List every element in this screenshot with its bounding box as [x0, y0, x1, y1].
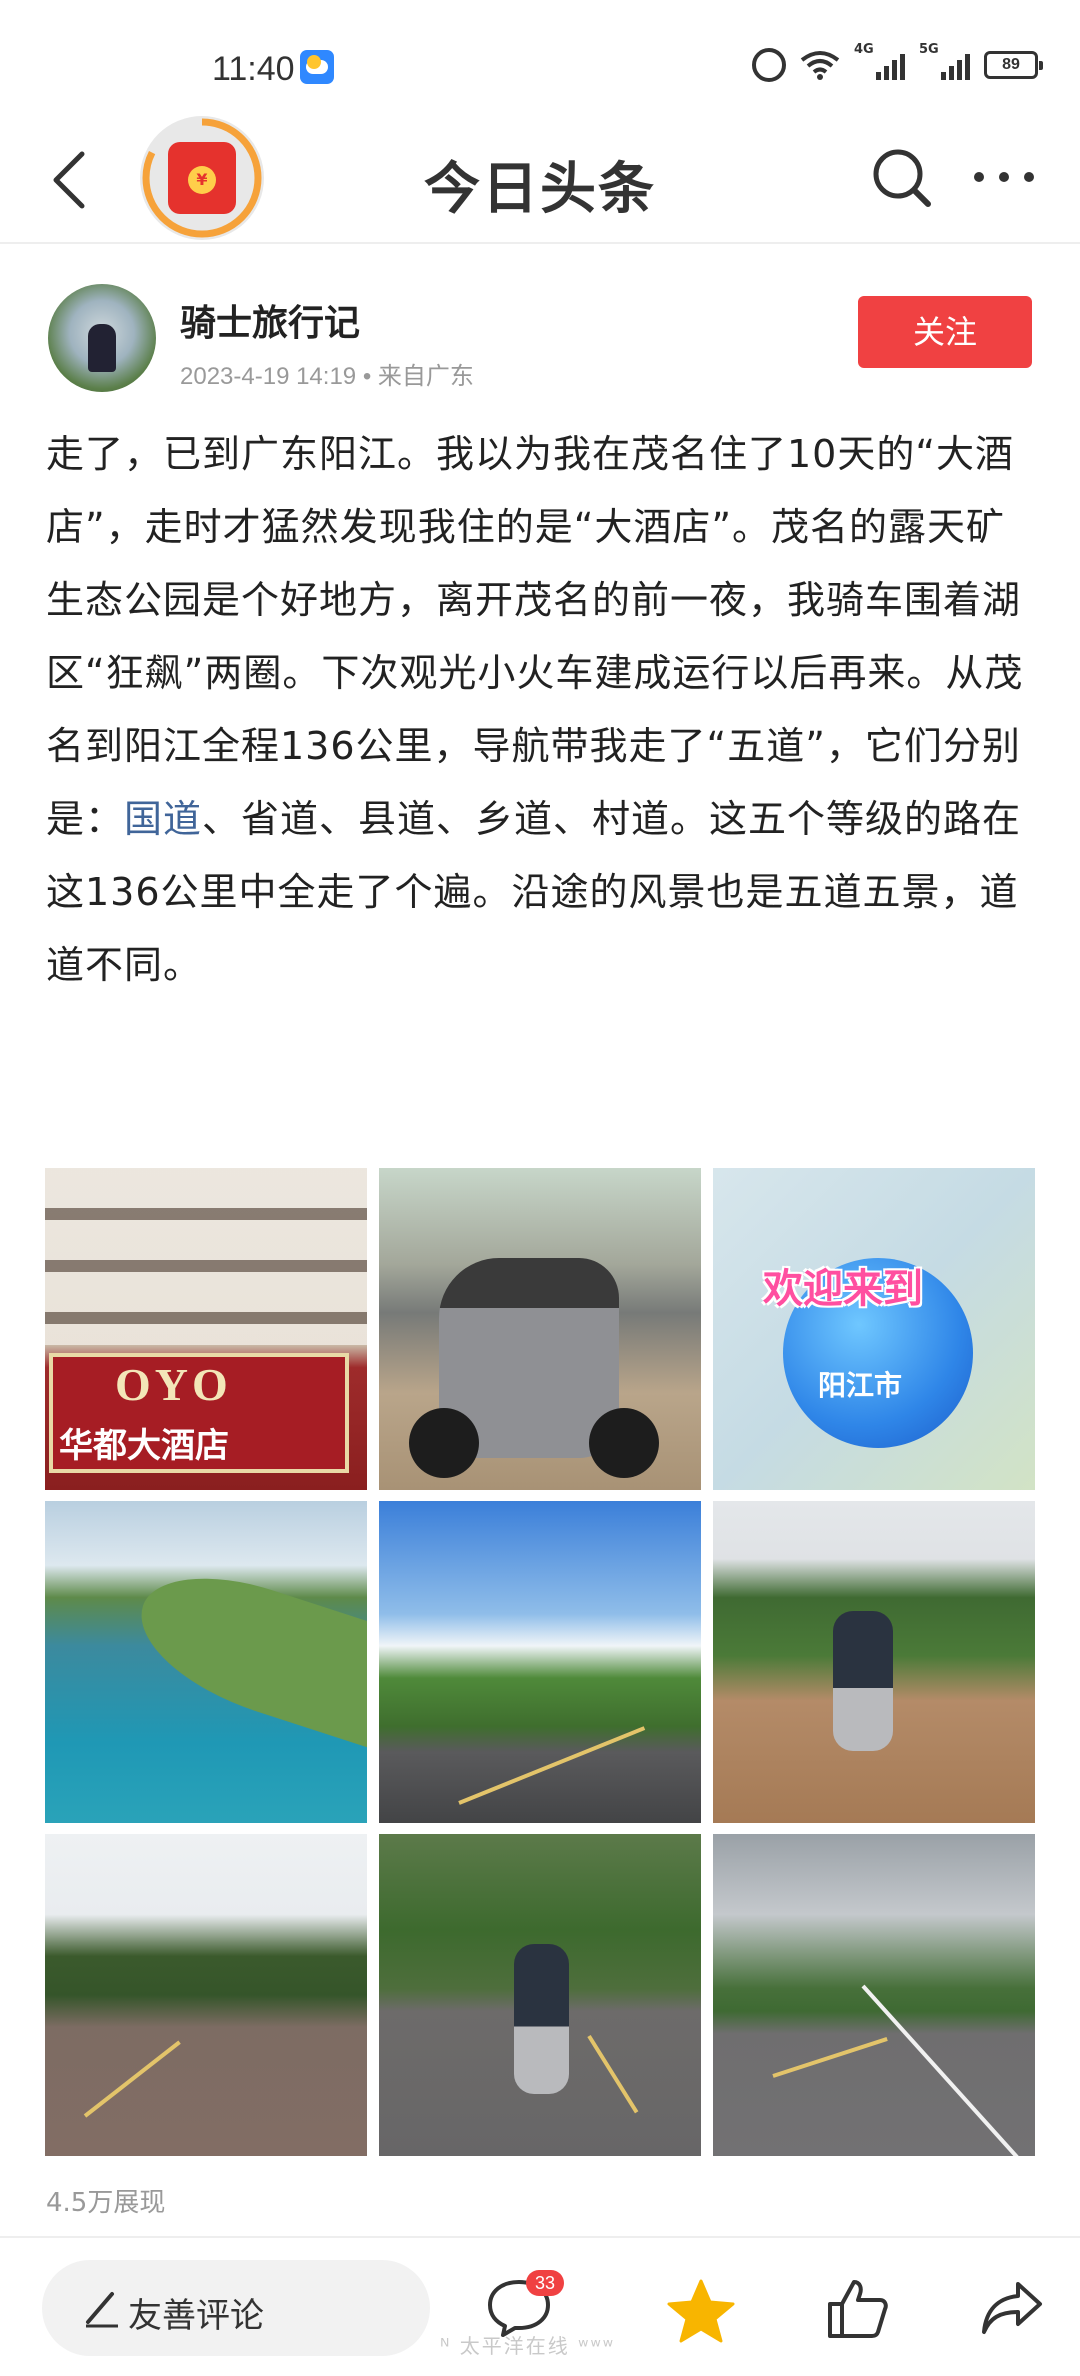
author-row: 骑士旅行记 2023-4-19 14:19 • 来自广东 关注	[0, 284, 1080, 394]
favorite-star-icon[interactable]	[666, 2278, 736, 2344]
nav-bar: ¥ 今日头条	[0, 110, 1080, 244]
wifi-icon	[800, 50, 840, 80]
pen-icon	[82, 2288, 122, 2328]
photo-scooter-parked[interactable]	[379, 1168, 701, 1490]
signal-4g-icon: 4G	[854, 42, 905, 80]
comment-placeholder: 友善评论	[128, 2296, 264, 2336]
photo-lake[interactable]	[45, 1501, 367, 1823]
status-icons: 4G 5G 89	[752, 42, 1043, 82]
watermark-text: ᴺ 太平洋在线 ʷʷʷ	[440, 2334, 616, 2358]
alarm-icon	[752, 48, 786, 82]
photo-rider-road[interactable]	[379, 1834, 701, 2156]
impressions-count: 4.5万展现	[46, 2188, 166, 2218]
post-meta: 2023-4-19 14:19 • 来自广东	[180, 363, 474, 390]
guodao-link[interactable]: 国道	[124, 797, 202, 841]
signal-5g-label: 5G	[919, 42, 939, 57]
city-text: 阳江市	[818, 1369, 903, 1402]
author-avatar[interactable]	[48, 284, 156, 392]
more-options-icon[interactable]	[974, 172, 1034, 184]
author-name[interactable]: 骑士旅行记	[180, 294, 360, 346]
photo-map-welcome[interactable]: 欢迎来到 阳江市	[713, 1168, 1035, 1490]
share-arrow-icon[interactable]	[980, 2280, 1044, 2336]
like-thumb-icon[interactable]	[826, 2276, 890, 2340]
welcome-text: 欢迎来到	[763, 1266, 923, 1312]
photo-empty-road[interactable]	[713, 1834, 1035, 2156]
comment-input[interactable]: 友善评论	[42, 2260, 430, 2356]
photo-country-road[interactable]	[45, 1834, 367, 2156]
photo-rider-dirt-road[interactable]	[713, 1501, 1035, 1823]
photo-hotel[interactable]: OYO 华都大酒店	[45, 1168, 367, 1490]
status-time: 11:40	[212, 50, 295, 88]
photo-grid: OYO 华都大酒店 欢迎来到 阳江市	[45, 1168, 1035, 2156]
comment-count-badge: 33	[526, 2270, 564, 2296]
hotel-name-text: 华都大酒店	[59, 1426, 229, 1466]
article-text-part1: 走了，已到广东阳江。我以为我在茂名住了10天的“大酒店”，走时才猛然发现我住的是…	[46, 432, 1024, 841]
search-icon[interactable]	[870, 146, 934, 210]
photo-road-trees[interactable]	[379, 1501, 701, 1823]
oyo-logo-text: OYO	[115, 1359, 232, 1410]
signal-5g-icon: 5G	[919, 42, 970, 80]
signal-4g-label: 4G	[854, 42, 874, 57]
article-body: 走了，已到广东阳江。我以为我在茂名住了10天的“大酒店”，走时才猛然发现我住的是…	[46, 418, 1036, 1002]
battery-icon: 89	[984, 51, 1043, 79]
weather-icon	[300, 50, 334, 84]
follow-button[interactable]: 关注	[858, 296, 1032, 368]
